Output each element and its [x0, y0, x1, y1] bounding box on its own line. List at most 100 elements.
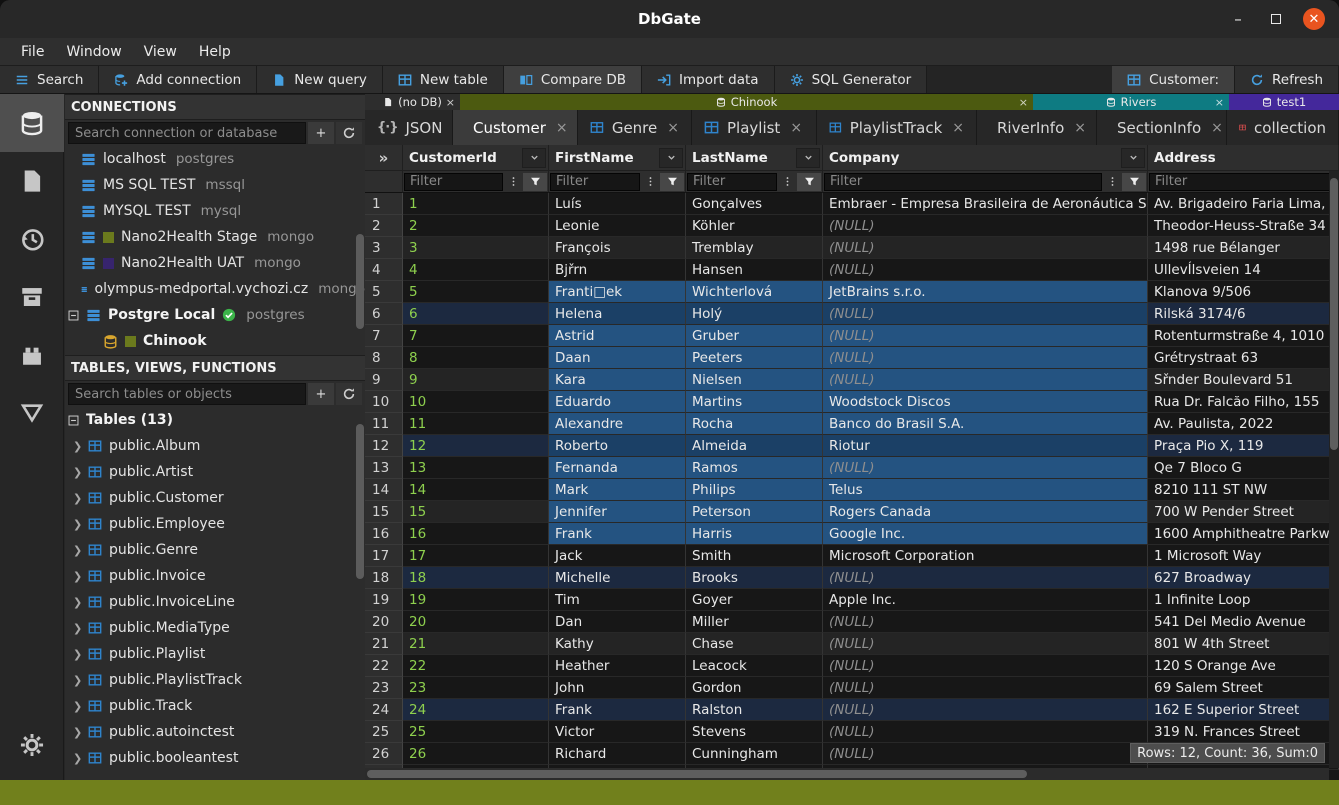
toolbar-button-new-table[interactable]: New table: [383, 66, 504, 93]
row-number[interactable]: 24: [365, 699, 403, 721]
toolbar-button-search[interactable]: Search: [0, 66, 99, 93]
data-cell[interactable]: 24: [403, 699, 549, 721]
data-cell[interactable]: 162 E Superior Street: [1148, 699, 1339, 721]
chevron-right-icon[interactable]: ❯: [73, 674, 81, 687]
data-cell[interactable]: 15: [403, 501, 549, 523]
data-cell[interactable]: 8: [403, 347, 549, 369]
data-cell[interactable]: Smith: [686, 545, 823, 567]
connection-item[interactable]: Postgre Localpostgres: [65, 302, 365, 328]
close-icon[interactable]: ×: [1019, 96, 1028, 109]
data-cell[interactable]: 5: [403, 281, 549, 303]
data-cell[interactable]: Heather: [549, 655, 686, 677]
tab-sectioninfo[interactable]: SectionInfo×: [1097, 110, 1227, 145]
data-cell[interactable]: Telus: [823, 479, 1148, 501]
tables-group[interactable]: Tables (13): [65, 407, 365, 433]
close-icon[interactable]: ×: [667, 120, 679, 136]
data-cell[interactable]: Luís: [549, 193, 686, 215]
data-cell[interactable]: 19: [403, 589, 549, 611]
nav-archive[interactable]: [0, 268, 64, 326]
connection-item[interactable]: olympus-medportal.vychozi.czmongo: [65, 276, 365, 302]
column-header-firstname[interactable]: FirstName: [549, 145, 686, 171]
data-cell[interactable]: 4: [403, 259, 549, 281]
data-cell[interactable]: Victor: [549, 721, 686, 743]
chevron-right-icon[interactable]: ❯: [73, 518, 81, 531]
connection-item[interactable]: MYSQL TESTmysql: [65, 198, 365, 224]
table-item[interactable]: ❯public.Playlist: [65, 641, 365, 667]
filter-menu-button[interactable]: [503, 173, 523, 191]
data-cell[interactable]: Sřnder Boulevard 51: [1148, 369, 1339, 391]
menu-file[interactable]: File: [10, 44, 55, 60]
table-item[interactable]: ❯public.Artist: [65, 459, 365, 485]
data-cell[interactable]: Goyer: [686, 589, 823, 611]
data-cell[interactable]: Rilská 3174/6: [1148, 303, 1339, 325]
nav-connections[interactable]: [0, 94, 64, 152]
data-cell[interactable]: Leonie: [549, 215, 686, 237]
close-icon[interactable]: ×: [446, 96, 455, 109]
data-cell[interactable]: (NULL): [823, 215, 1148, 237]
data-cell[interactable]: Frank: [549, 699, 686, 721]
data-cell[interactable]: Brooks: [686, 567, 823, 589]
filter-funnel-button[interactable]: [660, 173, 684, 191]
data-cell[interactable]: Stevens: [686, 721, 823, 743]
menu-window[interactable]: Window: [55, 44, 132, 60]
data-cell[interactable]: (NULL): [823, 369, 1148, 391]
column-dropdown-button[interactable]: [1121, 148, 1145, 168]
table-item[interactable]: ❯public.InvoiceLine: [65, 589, 365, 615]
filter-funnel-button[interactable]: [797, 173, 821, 191]
tab-collection[interactable]: collection: [1227, 110, 1339, 145]
table-item[interactable]: ❯public.PlaylistTrack: [65, 667, 365, 693]
data-cell[interactable]: Banco do Brasil S.A.: [823, 413, 1148, 435]
chevron-right-icon[interactable]: ❯: [73, 648, 81, 661]
data-cell[interactable]: (NULL): [823, 347, 1148, 369]
data-cell[interactable]: (NULL): [823, 699, 1148, 721]
data-cell[interactable]: Rotenturmstraße 4, 1010 I: [1148, 325, 1339, 347]
data-cell[interactable]: Microsoft Corporation: [823, 545, 1148, 567]
data-cell[interactable]: 1600 Amphitheatre Parkw: [1148, 523, 1339, 545]
data-cell[interactable]: 12: [403, 435, 549, 457]
tab-customer[interactable]: Customer×: [453, 110, 578, 145]
data-cell[interactable]: Richard: [549, 743, 686, 765]
data-cell[interactable]: Eduardo: [549, 391, 686, 413]
data-cell[interactable]: 700 W Pender Street: [1148, 501, 1339, 523]
nav-cell-data[interactable]: [0, 384, 64, 442]
data-cell[interactable]: Almeida: [686, 435, 823, 457]
tab-json[interactable]: {·}JSON×: [365, 110, 453, 145]
connections-search-input[interactable]: [68, 122, 306, 144]
data-cell[interactable]: Fernanda: [549, 457, 686, 479]
tab-genre[interactable]: Genre×: [578, 110, 692, 145]
db-group-tab--no-db-[interactable]: (no DB)×: [365, 94, 460, 110]
data-cell[interactable]: John: [549, 677, 686, 699]
row-number[interactable]: 25: [365, 721, 403, 743]
chevron-right-icon[interactable]: ❯: [73, 700, 81, 713]
data-cell[interactable]: Ramos: [686, 457, 823, 479]
filter-input-lastname[interactable]: [687, 173, 777, 191]
add-connection-plus-button[interactable]: +: [308, 122, 334, 144]
data-cell[interactable]: Gordon: [686, 677, 823, 699]
connections-scrollbar[interactable]: [356, 234, 364, 329]
data-cell[interactable]: (NULL): [823, 721, 1148, 743]
data-cell[interactable]: (NULL): [823, 655, 1148, 677]
chevron-right-icon[interactable]: ❯: [73, 752, 81, 765]
data-cell[interactable]: Wichterlová: [686, 281, 823, 303]
data-cell[interactable]: (NULL): [823, 611, 1148, 633]
chevron-right-icon[interactable]: ❯: [73, 492, 81, 505]
row-number[interactable]: 17: [365, 545, 403, 567]
data-cell[interactable]: 22: [403, 655, 549, 677]
row-number[interactable]: 19: [365, 589, 403, 611]
row-number[interactable]: 14: [365, 479, 403, 501]
row-number[interactable]: 18: [365, 567, 403, 589]
row-number[interactable]: 10: [365, 391, 403, 413]
maximize-button[interactable]: [1265, 8, 1287, 30]
column-header-customerid[interactable]: CustomerId: [403, 145, 549, 171]
data-cell[interactable]: (NULL): [823, 677, 1148, 699]
close-button[interactable]: ✕: [1303, 8, 1325, 30]
connection-item[interactable]: Chinook: [65, 328, 365, 354]
data-cell[interactable]: Theodor-Heuss-Straße 34: [1148, 215, 1339, 237]
column-dropdown-button[interactable]: [659, 148, 683, 168]
column-dropdown-button[interactable]: [522, 148, 546, 168]
data-cell[interactable]: Embraer - Empresa Brasileira de Aeronáut…: [823, 193, 1148, 215]
data-cell[interactable]: 11: [403, 413, 549, 435]
chevron-right-icon[interactable]: ❯: [73, 726, 81, 739]
data-cell[interactable]: (NULL): [823, 743, 1148, 765]
toolbar-button-refresh[interactable]: Refresh: [1235, 66, 1339, 93]
